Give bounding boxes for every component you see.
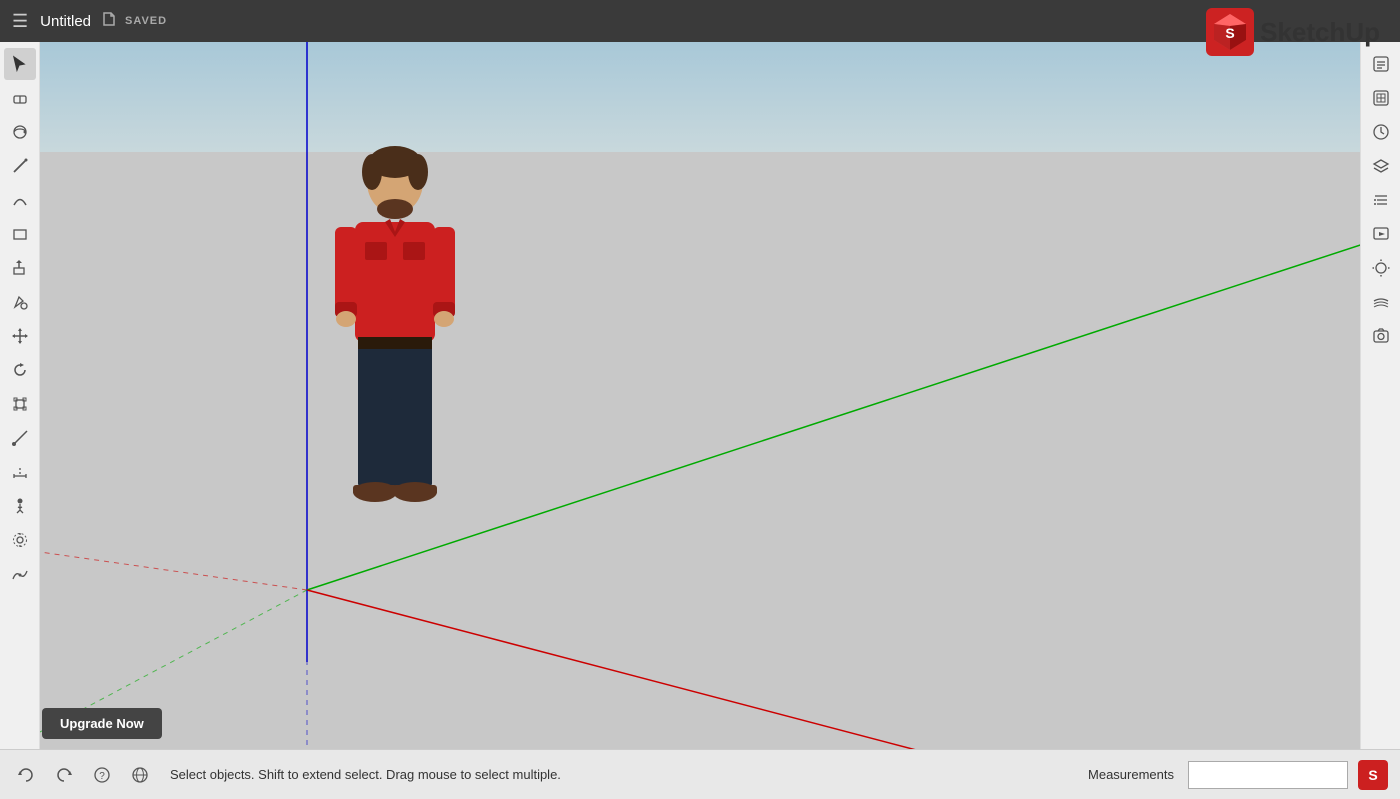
tool-fog[interactable] [1365,286,1397,318]
tool-scale[interactable] [4,388,36,420]
tool-walk[interactable] [4,490,36,522]
status-message: Select objects. Shift to extend select. … [170,767,1078,782]
tool-paint[interactable] [4,286,36,318]
tool-sandbox[interactable] [4,558,36,590]
upgrade-button[interactable]: Upgrade Now [42,708,162,739]
help-button[interactable]: ? [88,761,116,789]
logo-icon: S [1206,8,1254,56]
saved-status: SAVED [125,15,167,27]
tool-shadows[interactable] [1365,252,1397,284]
tool-eraser[interactable] [4,82,36,114]
file-icon [101,11,117,32]
svg-text:?: ? [99,771,105,782]
menu-icon[interactable]: ☰ [12,11,28,32]
viewport[interactable] [40,42,1400,749]
measurements-label: Measurements [1088,767,1174,782]
human-figure [330,137,460,537]
tool-rectangle[interactable] [4,218,36,250]
document-title: Untitled [40,13,91,30]
tool-line[interactable] [4,150,36,182]
tool-outliner[interactable] [1365,184,1397,216]
tool-orbit[interactable] [4,116,36,148]
svg-text:S: S [1225,25,1234,41]
right-toolbar [1360,42,1400,749]
status-bar: ? Select objects. Shift to extend select… [0,749,1400,799]
tool-move[interactable] [4,320,36,352]
geo-location-button[interactable] [126,761,154,789]
sketchup-status-badge: S [1358,760,1388,790]
axis-lines [40,42,1400,749]
tool-look-around[interactable] [4,524,36,556]
top-bar: ☰ Untitled SAVED [0,0,1400,42]
tool-components[interactable] [1365,82,1397,114]
tool-layers[interactable] [1365,150,1397,182]
tool-styles[interactable] [1365,116,1397,148]
tool-select[interactable] [4,48,36,80]
tool-rotate[interactable] [4,354,36,386]
logo-text: SketchUp [1260,17,1380,48]
redo-button[interactable] [50,761,78,789]
tool-push-pull[interactable] [4,252,36,284]
undo-button[interactable] [12,761,40,789]
tool-match-photo[interactable] [1365,320,1397,352]
measurements-input[interactable] [1188,761,1348,789]
left-toolbar [0,42,40,749]
tool-scenes[interactable] [1365,218,1397,250]
tool-tape[interactable] [4,422,36,454]
tool-dimension[interactable] [4,456,36,488]
sketchup-logo: S SketchUp [1206,8,1380,56]
tool-arc[interactable] [4,184,36,216]
